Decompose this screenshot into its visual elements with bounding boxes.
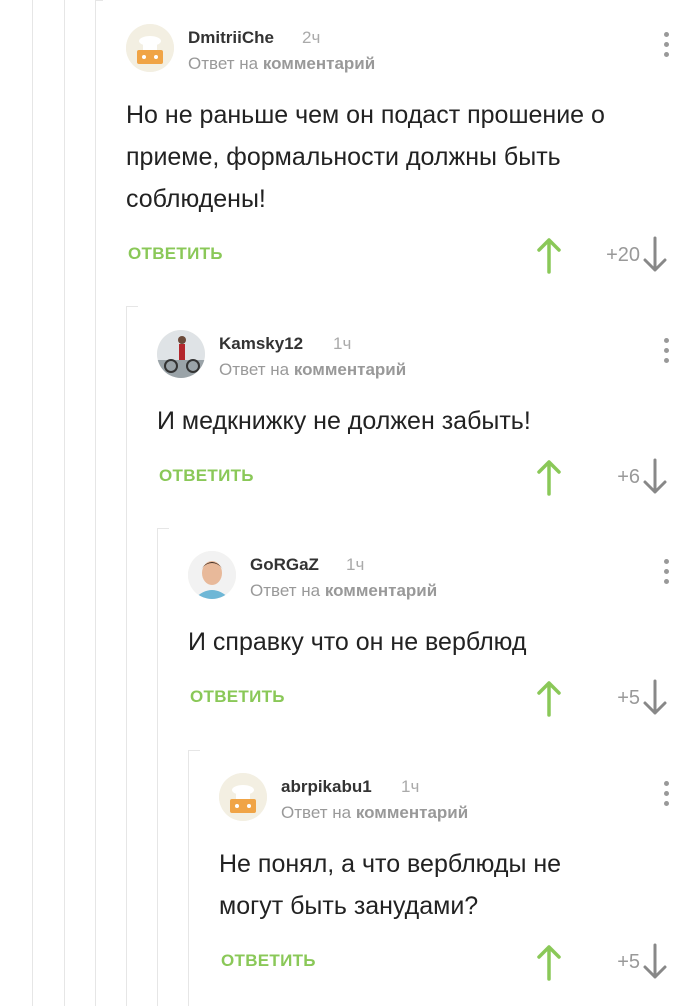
reply-button[interactable]: ОТВЕТИТЬ (159, 466, 254, 486)
user-photo-avatar (188, 551, 236, 599)
comment: Kamsky12 1ч Ответ на комментарий И медкн… (157, 330, 700, 498)
reply-to-label: Ответ на комментарий (250, 581, 437, 601)
pikabu-default-avatar-icon (219, 773, 267, 821)
reply-prefix: Ответ на (188, 54, 259, 73)
score: +20 (606, 244, 640, 266)
thread-line (95, 0, 96, 1006)
thread-connector (126, 306, 138, 307)
comment-time: 1ч (333, 334, 352, 353)
comment-time: 1ч (346, 555, 365, 574)
user-avatar[interactable] (157, 330, 205, 378)
comment-text: И медкнижку не должен забыть! (157, 407, 531, 435)
comment-text: И справку что он не верблюд (188, 628, 527, 656)
reply-to-label: Ответ на комментарий (219, 360, 406, 380)
comment: DmitriiChe 2ч Ответ на комментарий Но не… (126, 24, 700, 276)
reply-button[interactable]: ОТВЕТИТЬ (221, 951, 316, 971)
arrow-up-icon[interactable] (536, 679, 562, 717)
comment: GoRGaZ 1ч Ответ на комментарий И справку… (188, 551, 700, 719)
arrow-up-icon[interactable] (536, 943, 562, 981)
thread-connector (95, 0, 103, 1)
thread-line (157, 528, 158, 1006)
arrow-down-icon[interactable] (642, 236, 668, 274)
reply-to-label: Ответ на комментарий (188, 54, 375, 74)
comment-time: 2ч (302, 28, 321, 47)
arrow-up-icon[interactable] (536, 458, 562, 496)
arrow-down-icon[interactable] (642, 679, 668, 717)
username[interactable]: DmitriiChe (188, 28, 274, 48)
score: +5 (617, 951, 640, 973)
vertical-dots-icon[interactable] (660, 338, 672, 370)
user-photo-avatar (157, 330, 205, 378)
comment-text: Но не раньше чем он подаст прошение о пр… (126, 101, 605, 213)
reply-prefix: Ответ на (281, 803, 352, 822)
reply-prefix: Ответ на (219, 360, 290, 379)
thread-line (126, 306, 127, 1006)
thread-connector (188, 750, 200, 751)
username[interactable]: abrpikabu1 (281, 777, 372, 797)
pikabu-default-avatar-icon (126, 24, 174, 72)
comment-time: 1ч (401, 777, 420, 796)
reply-button[interactable]: ОТВЕТИТЬ (190, 687, 285, 707)
parent-comment-link[interactable]: комментарий (356, 803, 468, 822)
user-avatar[interactable] (126, 24, 174, 72)
thread-line (188, 750, 189, 1006)
username[interactable]: GoRGaZ (250, 555, 319, 575)
parent-comment-link[interactable]: комментарий (263, 54, 375, 73)
user-avatar[interactable] (188, 551, 236, 599)
score: +6 (617, 466, 640, 488)
reply-prefix: Ответ на (250, 581, 321, 600)
reply-to-label: Ответ на комментарий (281, 803, 468, 823)
arrow-down-icon[interactable] (642, 458, 668, 496)
reply-button[interactable]: ОТВЕТИТЬ (128, 244, 223, 264)
vertical-dots-icon[interactable] (660, 781, 672, 813)
comment-text: Не понял, а что верблюды не могут быть з… (219, 850, 562, 920)
user-avatar[interactable] (219, 773, 267, 821)
thread-line (32, 0, 33, 1006)
vertical-dots-icon[interactable] (660, 559, 672, 591)
thread-connector (157, 528, 169, 529)
username[interactable]: Kamsky12 (219, 334, 303, 354)
thread-line (64, 0, 65, 1006)
vertical-dots-icon[interactable] (660, 32, 672, 64)
score: +5 (617, 687, 640, 709)
parent-comment-link[interactable]: комментарий (325, 581, 437, 600)
arrow-down-icon[interactable] (642, 943, 668, 981)
arrow-up-icon[interactable] (536, 236, 562, 274)
parent-comment-link[interactable]: комментарий (294, 360, 406, 379)
comment: abrpikabu1 1ч Ответ на комментарий Не по… (219, 773, 700, 983)
